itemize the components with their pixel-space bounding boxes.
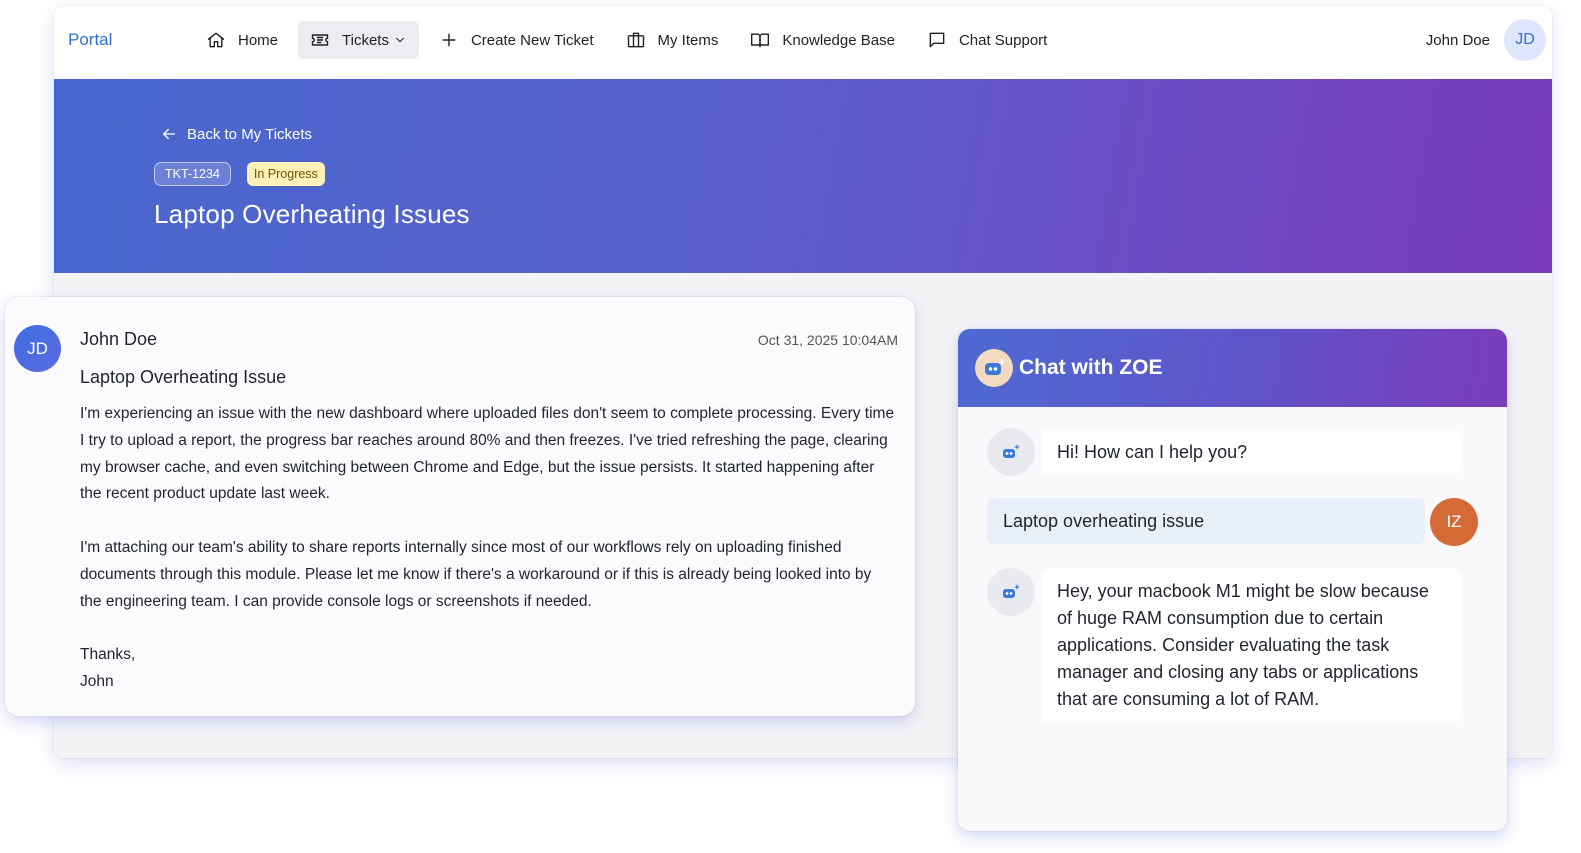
back-link-label: Back to My Tickets bbox=[187, 125, 313, 143]
nav-item-my-items[interactable]: My Items bbox=[614, 21, 731, 59]
status-badge: In Progress bbox=[246, 162, 325, 186]
nav-item-label: My Items bbox=[657, 31, 719, 49]
arrow-left-icon bbox=[163, 128, 175, 140]
page-title: Laptop Overheating Issues bbox=[154, 199, 470, 229]
home-icon bbox=[207, 32, 225, 48]
chat-header: Chat with ZOE bbox=[958, 329, 1507, 407]
chat-message-bot: Hi! How can I help you? bbox=[1041, 429, 1461, 475]
robot-icon bbox=[987, 568, 1035, 616]
user-name: John Doe bbox=[1425, 31, 1490, 49]
message-subject: Laptop Overheating Issue bbox=[80, 367, 287, 387]
top-nav: Portal Home Tickets Create New Ticket My… bbox=[54, 6, 1552, 79]
message-timestamp: Oct 31, 2025 10:04AM bbox=[757, 332, 898, 348]
user-menu[interactable]: John Doe JD bbox=[1426, 19, 1546, 61]
nav-item-chat-support[interactable]: Chat Support bbox=[915, 21, 1059, 59]
avatar: JD bbox=[14, 325, 61, 372]
nav-item-label: Tickets bbox=[342, 31, 389, 49]
ticket-id-badge: TKT-1234 bbox=[154, 162, 231, 186]
avatar: IZ bbox=[1430, 498, 1478, 546]
ticket-banner: Back to My Tickets TKT-1234 In Progress … bbox=[54, 79, 1552, 273]
avatar[interactable]: JD bbox=[1504, 19, 1546, 61]
ticket-badges: TKT-1234 In Progress bbox=[154, 162, 325, 186]
ticket-icon bbox=[311, 34, 329, 46]
nav-item-label: Create New Ticket bbox=[470, 31, 594, 49]
nav-item-create-ticket[interactable]: Create New Ticket bbox=[427, 21, 606, 59]
nav-item-tickets[interactable]: Tickets bbox=[298, 21, 419, 59]
message-paragraph: I'm experiencing an issue with the new d… bbox=[80, 405, 895, 503]
message-paragraph: I'm attaching our team's ability to shar… bbox=[80, 538, 872, 610]
message-signature: John bbox=[80, 672, 114, 690]
robot-icon bbox=[987, 428, 1035, 476]
chat-panel: Chat with ZOE Hi! How can I help you? La… bbox=[958, 329, 1507, 831]
chat-icon bbox=[929, 32, 945, 48]
chat-message-user: Laptop overheating issue bbox=[987, 498, 1425, 544]
message-body: I'm experiencing an issue with the new d… bbox=[80, 401, 895, 696]
chevron-down-icon bbox=[395, 37, 404, 43]
chat-message-bot: Hey, your macbook M1 might be slow becau… bbox=[1041, 568, 1461, 723]
robot-icon bbox=[975, 349, 1013, 387]
back-link[interactable]: Back to My Tickets bbox=[160, 125, 312, 143]
book-icon bbox=[751, 33, 770, 48]
message-signoff: Thanks, bbox=[80, 646, 136, 664]
nav-item-label: Knowledge Base bbox=[782, 31, 895, 49]
nav-item-home[interactable]: Home bbox=[194, 21, 290, 59]
nav-item-label: Home bbox=[238, 31, 279, 49]
nav-item-knowledge-base[interactable]: Knowledge Base bbox=[738, 21, 907, 59]
nav-items: Home Tickets Create New Ticket My Items … bbox=[194, 21, 1067, 59]
ticket-message-card: JD John Doe Oct 31, 2025 10:04AM Laptop … bbox=[5, 297, 915, 716]
brand-logo[interactable]: Portal bbox=[68, 30, 112, 50]
plus-icon bbox=[442, 33, 456, 47]
message-author: John Doe bbox=[80, 329, 158, 349]
chat-title: Chat with ZOE bbox=[1019, 356, 1163, 379]
nav-item-label: Chat Support bbox=[958, 31, 1048, 49]
briefcase-icon bbox=[627, 32, 644, 48]
